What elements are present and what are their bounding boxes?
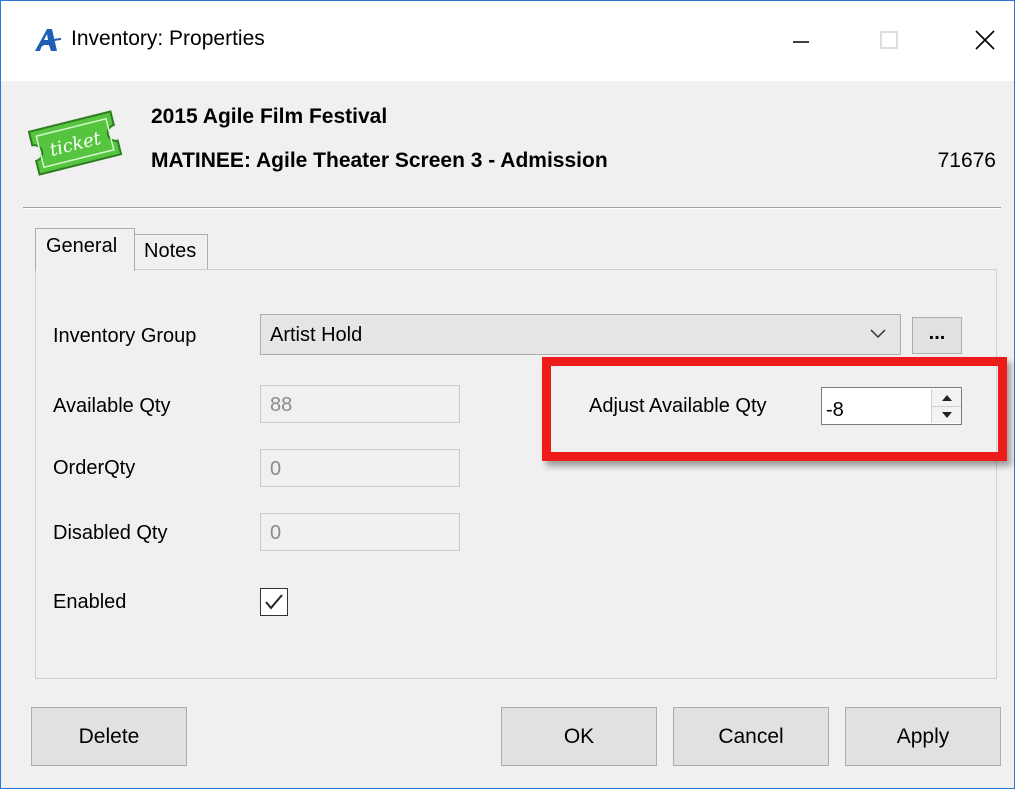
- performance-name: MATINEE: Agile Theater Screen 3 - Admiss…: [151, 149, 608, 172]
- agile-app-icon: [35, 29, 61, 51]
- event-name: 2015 Agile Film Festival: [151, 105, 388, 128]
- chevron-down-icon: [870, 329, 886, 339]
- cancel-button[interactable]: Cancel: [673, 707, 829, 766]
- title-bar[interactable]: Inventory: Properties: [1, 1, 1014, 81]
- order-qty-field: 0: [260, 449, 460, 487]
- minimize-button[interactable]: [773, 15, 829, 65]
- maximize-icon: [880, 31, 898, 49]
- delete-button[interactable]: Delete: [31, 707, 187, 766]
- tab-notes[interactable]: Notes: [134, 234, 208, 269]
- close-button[interactable]: [957, 15, 1013, 65]
- header-divider: [23, 207, 1001, 209]
- tab-general[interactable]: General: [35, 228, 135, 271]
- order-qty-label: OrderQty: [53, 457, 136, 479]
- inventory-group-select[interactable]: Artist Hold: [260, 314, 901, 355]
- properties-window: Inventory: Properties ticket 2015 Agile …: [0, 0, 1015, 789]
- window-title: Inventory: Properties: [71, 27, 265, 50]
- enabled-label: Enabled: [53, 591, 127, 613]
- minimize-icon: [793, 41, 809, 43]
- maximize-button[interactable]: [861, 15, 917, 65]
- available-qty-label: Available Qty: [53, 395, 171, 417]
- checkmark-icon: [265, 594, 283, 610]
- disabled-qty-field: 0: [260, 513, 460, 551]
- highlight-annotation-box: [542, 357, 1007, 461]
- available-qty-field: 88: [260, 385, 460, 423]
- disabled-qty-label: Disabled Qty: [53, 522, 168, 544]
- browse-inventory-group-button[interactable]: ...: [912, 317, 962, 354]
- apply-button[interactable]: Apply: [845, 707, 1001, 766]
- inventory-group-label: Inventory Group: [53, 325, 197, 347]
- ticket-icon: ticket: [27, 110, 123, 176]
- close-icon: [975, 30, 995, 50]
- item-code: 71676: [937, 149, 996, 172]
- ok-button[interactable]: OK: [501, 707, 657, 766]
- enabled-checkbox[interactable]: [260, 588, 288, 616]
- inventory-group-value: Artist Hold: [270, 324, 363, 346]
